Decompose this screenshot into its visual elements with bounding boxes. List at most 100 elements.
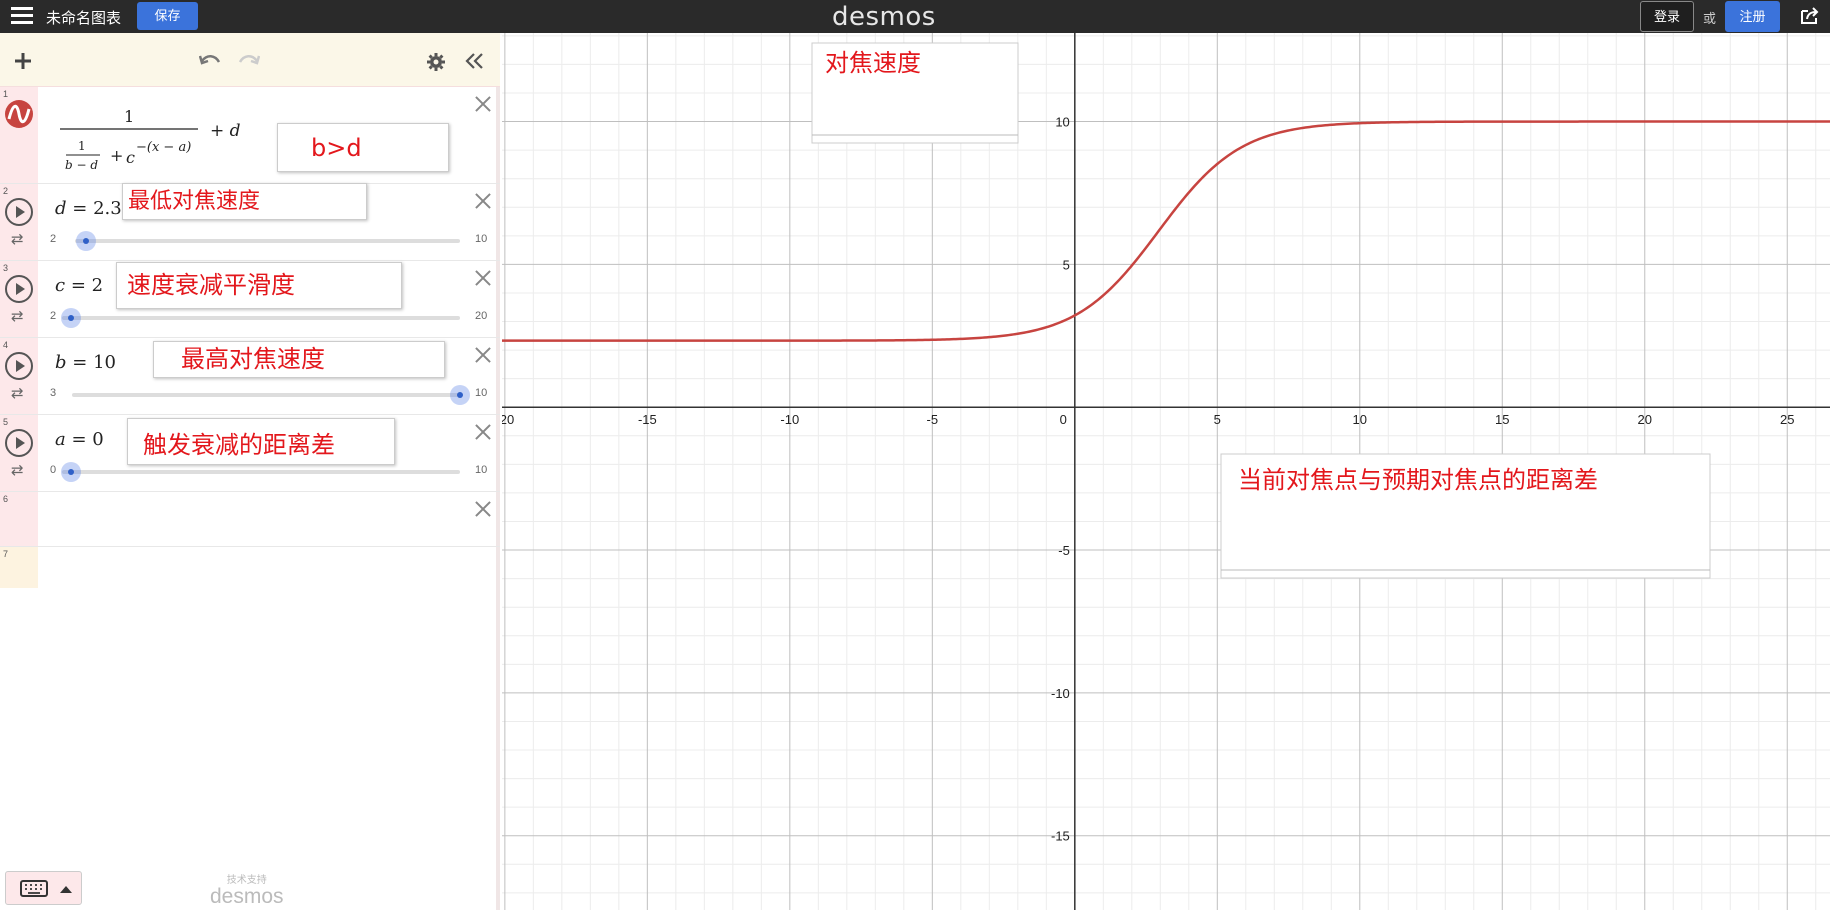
x-tick-label: 20 — [1638, 412, 1652, 427]
powered-by[interactable]: 技术支持 desmos — [210, 871, 284, 908]
note-min-focus-speed[interactable]: 最低对焦速度 — [122, 183, 367, 220]
svg-text:+: + — [110, 146, 123, 165]
note-speed-decay-smoothness[interactable]: 速度衰减平滑度 — [116, 262, 402, 309]
slider-row-b[interactable]: 4 ⇄ b = 10 最高对焦速度 3 10 — [0, 338, 500, 415]
x-tick-label: -10 — [780, 412, 799, 427]
remove-expression-icon[interactable] — [472, 344, 494, 366]
undo-icon[interactable] — [199, 53, 221, 69]
expression-number: 6 — [3, 494, 9, 504]
expression-list: 1 1 1 b − d + c −(x − a) + d b>d 2 ⇄ d =… — [0, 87, 500, 588]
graph-notes[interactable]: 对焦速度当前对焦点与预期对焦点的距离差 — [811, 42, 1711, 579]
play-icon[interactable] — [5, 429, 33, 457]
remove-expression-icon[interactable] — [472, 190, 494, 212]
loop-icon[interactable]: ⇄ — [11, 461, 24, 479]
math-expression[interactable]: 1 1 b − d + c −(x − a) + d — [58, 99, 248, 183]
graph-title[interactable]: 未命名图表 — [46, 7, 121, 28]
expression-number: 1 — [3, 89, 9, 99]
slider-variable[interactable]: b = 10 — [55, 352, 116, 373]
slider-min[interactable]: 2 — [50, 310, 56, 322]
graph-color-icon[interactable] — [4, 99, 34, 129]
x-tick-label: 25 — [1780, 412, 1794, 427]
play-icon[interactable] — [5, 352, 33, 380]
double-chevron-left-icon[interactable] — [465, 53, 485, 69]
y-tick-label: -15 — [1051, 829, 1070, 844]
remove-expression-icon[interactable] — [472, 498, 494, 520]
expression-row[interactable]: 1 1 1 b − d + c −(x − a) + d b>d — [0, 87, 500, 184]
new-expression-row[interactable]: 7 — [0, 547, 500, 588]
loop-icon[interactable]: ⇄ — [11, 230, 24, 248]
expression-gutter: 5 ⇄ — [0, 415, 38, 491]
slider-row-d[interactable]: 2 ⇄ d = 2.33 最低对焦速度 2 10 — [0, 183, 500, 261]
empty-expression-row[interactable]: 6 — [0, 492, 500, 547]
note-max-focus-speed[interactable]: 最高对焦速度 — [153, 341, 445, 378]
x-tick-label: 5 — [1214, 412, 1221, 427]
expression-number: 3 — [3, 263, 9, 273]
slider-variable[interactable]: a = 0 — [55, 429, 104, 450]
slider-max[interactable]: 20 — [475, 310, 487, 322]
remove-expression-icon[interactable] — [472, 93, 494, 115]
expression-gutter: 3 ⇄ — [0, 261, 38, 337]
svg-text:c: c — [126, 148, 135, 167]
play-icon[interactable] — [5, 198, 33, 226]
note-decay-trigger-distance[interactable]: 触发衰减的距离差 — [127, 418, 395, 465]
slider-min[interactable]: 0 — [50, 464, 56, 476]
keyboard-toggle-button[interactable] — [5, 871, 82, 905]
x-tick-label: 10 — [1353, 412, 1367, 427]
slider-track[interactable] — [62, 470, 460, 474]
slider-min[interactable]: 2 — [50, 233, 56, 245]
plus-icon[interactable] — [14, 52, 32, 70]
graph-paper[interactable]: -20 -15 -10 -5 0 5 10 15 20 25 10 5 -5 -10 -15 对焦速度当前对… — [495, 33, 1830, 910]
x-tick-label: 15 — [1495, 412, 1509, 427]
x-tick-label: -5 — [927, 412, 939, 427]
slider-max[interactable]: 10 — [475, 387, 487, 399]
svg-text:−(x − a): −(x − a) — [136, 140, 191, 155]
svg-text:1: 1 — [78, 139, 86, 153]
expression-gutter: 7 — [0, 547, 38, 588]
y-axis-annotation[interactable]: 对焦速度 — [825, 49, 921, 77]
x-tick-label: 0 — [1060, 412, 1067, 427]
slider-max[interactable]: 10 — [475, 464, 487, 476]
slider-row-a[interactable]: 5 ⇄ a = 0 触发衰减的距离差 0 10 — [0, 415, 500, 492]
top-bar: 未命名图表 保存 desmos 登录 或 注册 — [0, 0, 1830, 33]
remove-expression-icon[interactable] — [472, 267, 494, 289]
redo-icon[interactable] — [238, 53, 260, 69]
slider-max[interactable]: 10 — [475, 233, 487, 245]
slider-track[interactable] — [62, 316, 460, 320]
slider-variable[interactable]: c = 2 — [55, 275, 103, 296]
gear-icon[interactable] — [426, 52, 446, 72]
or-label: 或 — [1703, 11, 1717, 26]
slider-thumb[interactable] — [61, 462, 81, 482]
slider-track[interactable] — [75, 239, 460, 243]
y-tick-label: 5 — [1063, 257, 1070, 272]
formula-render: 1 1 b − d + c −(x − a) + d — [60, 107, 241, 172]
expression-number: 4 — [3, 340, 9, 350]
graph-canvas[interactable]: -20 -15 -10 -5 0 5 10 15 20 25 10 5 -5 -10 -15 对焦速度当前对… — [495, 33, 1830, 910]
remove-expression-icon[interactable] — [472, 421, 494, 443]
expression-number: 2 — [3, 186, 9, 196]
login-button[interactable]: 登录 — [1640, 1, 1694, 32]
save-button[interactable]: 保存 — [137, 2, 198, 30]
expression-gutter: 4 ⇄ — [0, 338, 38, 414]
loop-icon[interactable]: ⇄ — [11, 307, 24, 325]
menu-icon[interactable] — [11, 7, 33, 25]
share-icon[interactable] — [1800, 7, 1820, 25]
expression-number: 7 — [3, 549, 9, 559]
desmos-logo: desmos — [832, 2, 936, 32]
x-axis-annotation[interactable]: 当前对焦点与预期对焦点的距离差 — [1238, 466, 1598, 494]
svg-text:b − d: b − d — [65, 158, 98, 172]
expression-gutter: 1 — [0, 87, 38, 183]
signup-button[interactable]: 注册 — [1725, 1, 1780, 32]
slider-min[interactable]: 3 — [50, 387, 56, 399]
slider-track[interactable] — [72, 393, 460, 397]
slider-row-c[interactable]: 3 ⇄ c = 2 速度衰减平滑度 2 20 — [0, 261, 500, 338]
y-tick-label: -10 — [1051, 686, 1070, 701]
slider-thumb[interactable] — [76, 231, 96, 251]
loop-icon[interactable]: ⇄ — [11, 384, 24, 402]
slider-thumb[interactable] — [450, 385, 470, 405]
note-b-greater-d[interactable]: b>d — [277, 123, 449, 172]
slider-thumb[interactable] — [61, 308, 81, 328]
expression-gutter: 6 — [0, 492, 38, 546]
svg-text:+ d: + d — [210, 121, 241, 141]
x-tick-label: -20 — [502, 412, 514, 427]
play-icon[interactable] — [5, 275, 33, 303]
